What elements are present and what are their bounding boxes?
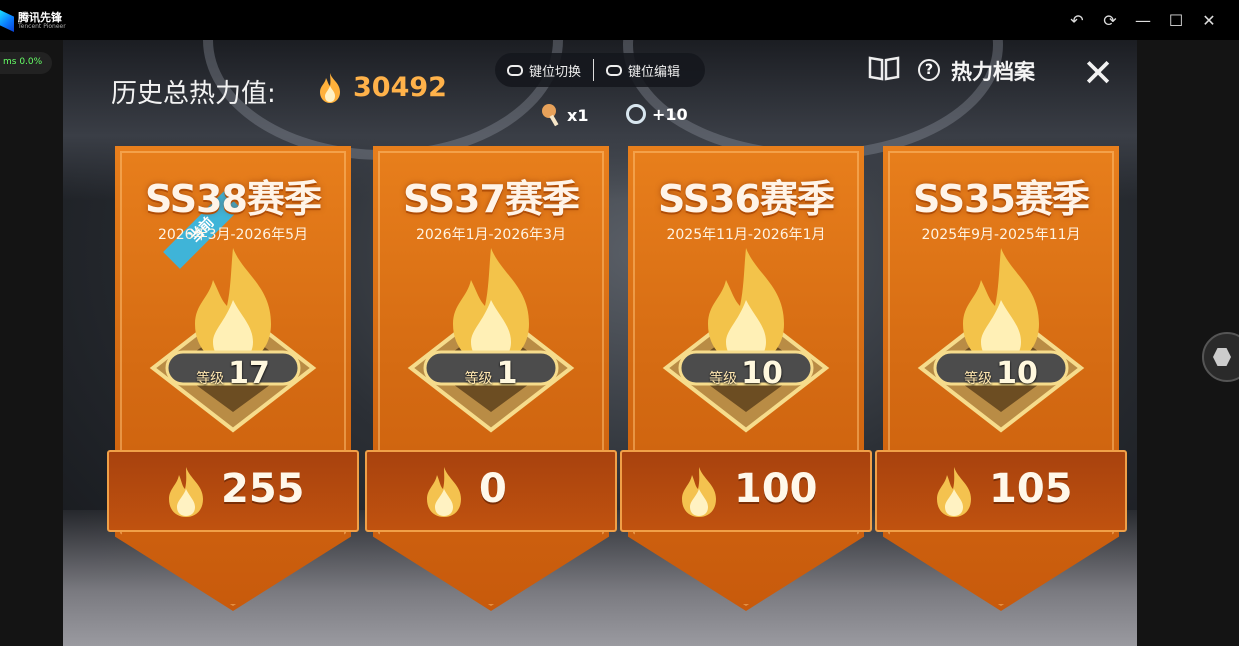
level-number: 10	[996, 356, 1038, 391]
level-number: 10	[741, 356, 783, 391]
flame-icon	[937, 467, 971, 517]
undo-icon[interactable]: ↶	[1065, 8, 1089, 32]
season-cards: 当前 SS38赛季 2026年3月-2026年5月 等级 17 255 SS37…	[63, 40, 1137, 646]
heat-value: 100	[734, 466, 818, 512]
season-dates: 2026年3月-2026年5月	[157, 227, 309, 243]
maximize-icon[interactable]: ☐	[1164, 8, 1188, 32]
level-label: 等级	[709, 371, 738, 387]
emulator-title-bar: 腾讯先锋 Tencent Pioneer ↶ ⟳ — ☐ ✕	[0, 0, 1239, 40]
season-name: SS35赛季	[913, 177, 1090, 221]
level-number: 17	[228, 356, 270, 391]
refresh-icon[interactable]: ⟳	[1098, 8, 1122, 32]
heat-value-panel: 105	[875, 450, 1127, 532]
season-card[interactable]: SS36赛季 2025年11月-2026年1月 等级 10 100	[620, 146, 872, 611]
season-level: 等级 10	[628, 356, 864, 391]
season-level: 等级 10	[883, 356, 1119, 391]
flame-emblem-icon	[149, 248, 317, 433]
heat-value: 105	[989, 466, 1073, 512]
season-dates: 2026年1月-2026年3月	[415, 227, 567, 243]
season-dates: 2025年11月-2026年1月	[666, 227, 826, 243]
flame-icon	[169, 467, 203, 517]
season-level: 等级 1	[373, 356, 609, 391]
heat-value: 255	[221, 466, 305, 512]
heat-value-panel: 100	[620, 450, 872, 532]
game-viewport: 历史总热力值: 30492 键位切换 键位编辑 x1 +10 ? 热力档案 ✕ …	[63, 40, 1137, 646]
close-window-icon[interactable]: ✕	[1197, 8, 1221, 32]
app-logo: 腾讯先锋 Tencent Pioneer	[0, 6, 66, 34]
level-label: 等级	[464, 371, 493, 387]
season-name: SS37赛季	[403, 177, 580, 221]
flame-icon	[682, 467, 716, 517]
heat-value: 0	[479, 466, 507, 512]
perf-indicator: ms 0.0%	[0, 52, 52, 74]
level-label: 等级	[196, 371, 225, 387]
season-card[interactable]: SS37赛季 2026年1月-2026年3月 等级 1 0	[365, 146, 617, 611]
season-card[interactable]: 当前 SS38赛季 2026年3月-2026年5月 等级 17 255	[107, 146, 359, 611]
heat-value-panel: 255	[107, 450, 359, 532]
level-number: 1	[496, 356, 518, 391]
flame-emblem-icon	[407, 248, 575, 433]
flame-emblem-icon	[662, 248, 830, 433]
season-name: SS38赛季	[145, 177, 322, 221]
app-subtitle: Tencent Pioneer	[18, 23, 66, 30]
logo-icon	[0, 10, 14, 32]
season-level: 等级 17	[115, 356, 351, 391]
level-label: 等级	[964, 371, 993, 387]
flame-emblem-icon	[917, 248, 1085, 433]
flame-icon	[427, 467, 461, 517]
season-card[interactable]: SS35赛季 2025年9月-2025年11月 等级 10 105	[875, 146, 1127, 611]
heat-value-panel: 0	[365, 450, 617, 532]
season-name: SS36赛季	[658, 177, 835, 221]
minimize-icon[interactable]: —	[1131, 8, 1155, 32]
left-side-panel	[0, 40, 63, 646]
season-dates: 2025年9月-2025年11月	[921, 227, 1081, 243]
